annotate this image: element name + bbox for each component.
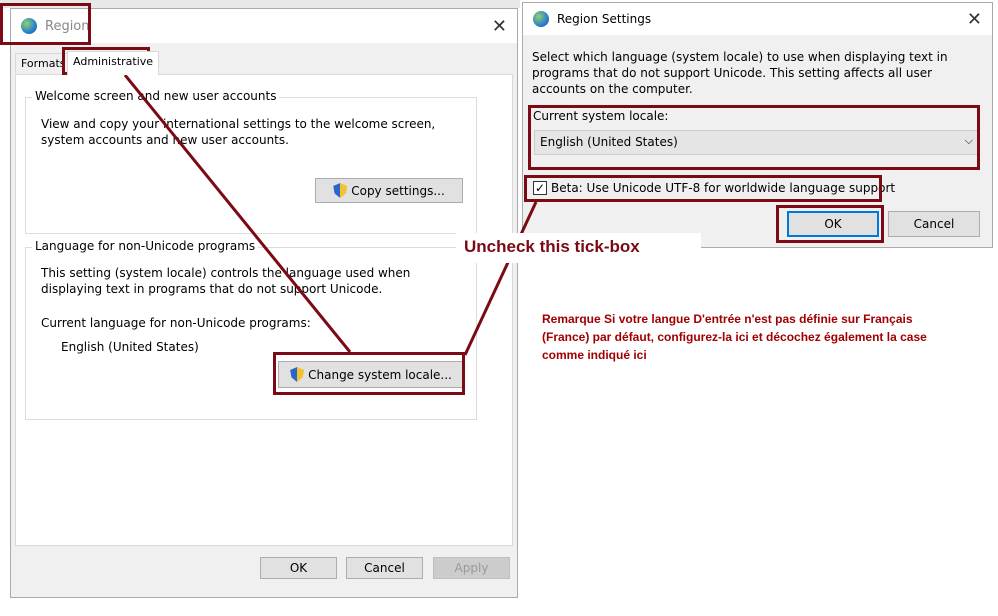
french-note: Remarque Si votre langue D'entrée n'est … [542,312,927,362]
arrow-line-tab [123,74,352,353]
arrow-line-checkbox [463,201,538,356]
annotation-arrows [123,74,538,356]
tab-administrative[interactable]: Administrative [67,51,160,75]
callout-text: Uncheck this tick-box [456,233,701,263]
